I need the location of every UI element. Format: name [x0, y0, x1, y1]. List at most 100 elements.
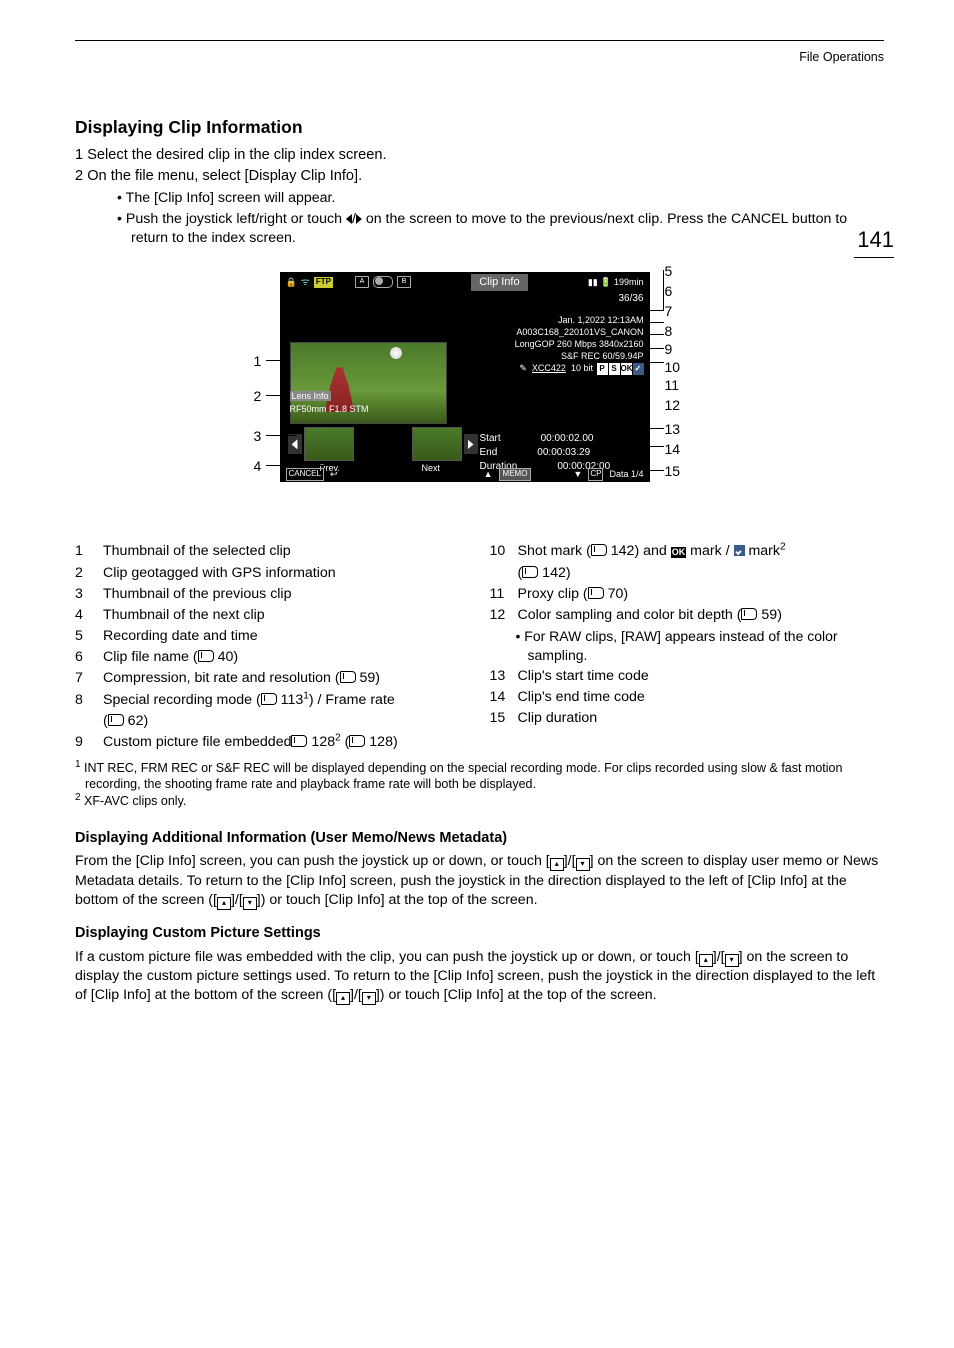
paragraph-additional: From the [Clip Info] screen, you can pus… [75, 852, 884, 910]
callout-7: 7 [665, 302, 673, 321]
callout-2: 2 [254, 387, 262, 406]
clip-metadata: Jan. 1,2022 12:13AM A003C168_220101VS_CA… [515, 314, 644, 375]
heading-additional: Displaying Additional Information (User … [75, 829, 884, 849]
legend-item-3: 3Thumbnail of the previous clip [75, 585, 470, 604]
up-button-icon: ▴ [550, 858, 564, 871]
ok-mark-icon: OK [671, 547, 687, 558]
callout-8: 8 [665, 322, 673, 341]
callout-13: 13 [665, 420, 681, 439]
memo-button[interactable]: MEMO [499, 468, 532, 481]
legend-columns: 1Thumbnail of the selected clip 2Clip geo… [75, 542, 884, 754]
ftp-badge: FTP [314, 277, 333, 288]
lock-icon: 🔒 [286, 276, 297, 288]
legend-item-15: 15Clip duration [490, 709, 885, 728]
legend-item-1: 1Thumbnail of the selected clip [75, 542, 470, 561]
cancel-button[interactable]: CANCEL [286, 468, 324, 481]
book-icon [291, 735, 307, 747]
toggle-icon [373, 276, 393, 288]
book-icon [198, 650, 214, 662]
callout-15: 15 [665, 462, 681, 481]
legend-item-10-cont: ( 142) [490, 564, 885, 583]
next-thumb-group[interactable] [410, 427, 478, 461]
legend-item-8: 8Special recording mode ( 1131) / Frame … [75, 691, 470, 710]
steps-list: Select the desired clip in the clip inde… [75, 146, 884, 249]
step-1: Select the desired clip in the clip inde… [75, 146, 884, 166]
up-button-icon: ▴ [699, 954, 713, 967]
legend-item-14: 14Clip's end time code [490, 688, 885, 707]
legend-item-13: 13Clip's start time code [490, 667, 885, 686]
book-icon [522, 566, 538, 578]
down-button-icon: ▾ [576, 858, 590, 871]
page-number: 141 [854, 225, 894, 258]
book-icon [349, 735, 365, 747]
cp-icon: ✎ [519, 363, 527, 373]
footnotes: 1 INT REC, FRM REC or S&F REC will be di… [75, 760, 884, 809]
left-arrow-icon [346, 214, 352, 224]
clip-count: 36/36 [280, 292, 650, 306]
legend-item-7: 7Compression, bit rate and resolution ( … [75, 669, 470, 688]
callout-12: 12 [665, 396, 681, 415]
legend-item-12-bullet: For RAW clips, [RAW] appears instead of … [516, 627, 885, 665]
card-b-icon: B [397, 276, 411, 288]
heading-main: Displaying Clip Information [75, 116, 884, 140]
thumbnail-prev [304, 427, 354, 461]
badge-p: P [597, 363, 608, 375]
badge-ok: OK [621, 363, 632, 375]
book-icon [591, 544, 607, 556]
badge-check: ✓ [633, 363, 644, 375]
up-icon: ▲ [484, 468, 493, 480]
book-icon [261, 693, 277, 705]
wifi-icon: ᯤ [301, 276, 310, 290]
legend-item-4: 4Thumbnail of the next clip [75, 606, 470, 625]
book-icon [741, 608, 757, 620]
back-icon: ↩ [330, 468, 338, 480]
thumbnail-ball [390, 347, 402, 359]
clip-info-diagram: 🔒 ᯤ FTP A B Clip Info ▮▮ 🔋 199min 36/36 … [180, 262, 780, 522]
legend-item-12: 12Color sampling and color bit depth ( 5… [490, 606, 885, 625]
legend-item-5: 5Recording date and time [75, 627, 470, 646]
down-icon: ▼ [573, 468, 582, 480]
thumbnail-next [412, 427, 462, 461]
screen-bottom-bar: CANCEL ↩ ▲ MEMO ▼ CP Data 1/4 [280, 466, 650, 482]
down-button-icon: ▾ [243, 897, 257, 910]
callout-3: 3 [254, 427, 262, 446]
next-arrow-icon [468, 439, 474, 449]
step-2-sub-b: Push the joystick left/right or touch / … [89, 210, 884, 248]
clip-info-screen: 🔒 ᯤ FTP A B Clip Info ▮▮ 🔋 199min 36/36 … [280, 272, 650, 482]
legend-item-10: 10Shot mark ( 142) and OK mark / mark2 [490, 542, 885, 561]
up-button-icon: ▴ [217, 897, 231, 910]
card-a-icon: A [355, 276, 369, 288]
heading-custom-picture: Displaying Custom Picture Settings [75, 924, 884, 944]
paragraph-custom-picture: If a custom picture file was embedded wi… [75, 948, 884, 1006]
data-page: Data 1/4 [609, 468, 643, 480]
check-mark-icon [734, 545, 745, 556]
down-button-icon: ▾ [725, 954, 739, 967]
step-2: On the file menu, select [Display Clip I… [75, 167, 884, 248]
legend-item-2: 2Clip geotagged with GPS information [75, 564, 470, 583]
step-2-sub-a: The [Clip Info] screen will appear. [89, 189, 884, 208]
book-icon [108, 714, 124, 726]
callout-9: 9 [665, 340, 673, 359]
legend-item-6: 6Clip file name ( 40) [75, 648, 470, 667]
screen-title: Clip Info [471, 274, 527, 291]
down-button-icon: ▾ [362, 992, 376, 1005]
battery-icon: ▮▮ 🔋 199min [588, 276, 644, 288]
book-icon [588, 587, 604, 599]
lens-info: Lens InfoRF50mm F1.8 STM [290, 390, 369, 414]
legend-item-8-cont: ( 62) [75, 712, 470, 731]
prev-thumb-group[interactable] [288, 427, 356, 461]
running-head: File Operations [75, 49, 884, 66]
legend-item-9: 9Custom picture file embedded 1282 ( 128… [75, 733, 470, 752]
up-button-icon: ▴ [336, 992, 350, 1005]
callout-14: 14 [665, 440, 681, 459]
legend-item-11: 11Proxy clip ( 70) [490, 585, 885, 604]
badge-s: S [609, 363, 620, 375]
callout-1: 1 [254, 352, 262, 371]
callout-6: 6 [665, 282, 673, 301]
callout-11: 11 [665, 376, 680, 395]
callout-5: 5 [665, 262, 673, 281]
cp-small-icon: CP [588, 468, 603, 481]
book-icon [340, 671, 356, 683]
callout-4: 4 [254, 457, 262, 476]
callout-10: 10 [665, 358, 681, 377]
